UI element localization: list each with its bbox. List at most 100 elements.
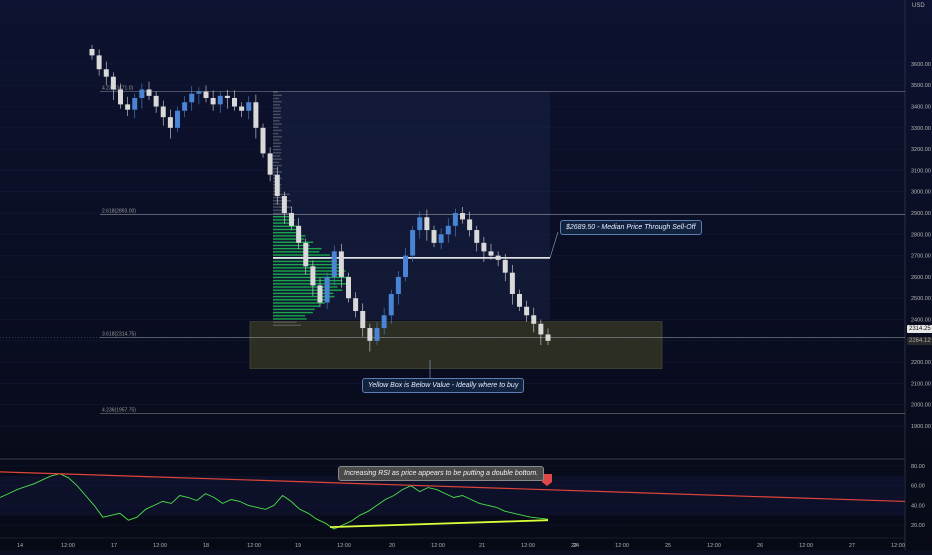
candle-body <box>189 93 195 103</box>
profile-bar <box>273 126 279 128</box>
profile-bar <box>273 116 282 119</box>
candle-body <box>289 213 294 226</box>
median-price-callout: $2689.50 - Median Price Through Sell-Off <box>560 220 702 235</box>
y-tick-label: 2800.00 <box>911 232 931 238</box>
candle-body <box>203 91 209 98</box>
x-tick-label: 12:00 <box>153 543 167 549</box>
candle-body <box>281 195 287 214</box>
candle-body <box>224 95 230 98</box>
profile-bar <box>273 279 343 282</box>
candle-body <box>217 95 223 105</box>
yellow-box-callout: Yellow Box is Below Value - Ideally wher… <box>362 378 525 393</box>
candle-body <box>232 97 237 107</box>
y-tick-label: 3000.00 <box>911 190 931 196</box>
x-tick-label: 21 <box>479 543 485 549</box>
candle-body <box>103 69 109 77</box>
profile-bar <box>273 142 282 144</box>
x-tick-label: 26 <box>757 543 763 549</box>
candle-body <box>182 102 188 111</box>
rsi-tick-label: 20.00 <box>911 523 925 529</box>
x-tick-label: 19 <box>295 543 301 549</box>
candle-body <box>374 328 380 341</box>
candle-body <box>338 251 344 277</box>
y-tick-label: 2200.00 <box>911 360 931 366</box>
profile-bar <box>273 136 282 138</box>
x-tick-label: 27 <box>849 543 855 549</box>
y-tick-label: 3200.00 <box>911 147 931 153</box>
candle-body <box>167 117 173 128</box>
y-tick-label: 2500.00 <box>911 296 931 302</box>
x-tick-label: 24 <box>573 543 579 549</box>
candle-body <box>467 219 473 231</box>
y-tick-label: 2400.00 <box>911 318 931 324</box>
profile-bar <box>273 318 307 320</box>
profile-bar <box>273 305 320 307</box>
candle-body <box>246 102 252 111</box>
fib-level-label: 4.236(1957.75) <box>102 408 136 414</box>
x-tick-label: 12:00 <box>891 543 905 549</box>
profile-bar <box>273 283 348 285</box>
profile-bar <box>273 120 280 122</box>
y-tick-label: 2000.00 <box>911 403 931 409</box>
profile-bar <box>273 155 281 157</box>
profile-bar <box>273 129 282 132</box>
candle-body <box>139 89 145 98</box>
candle-body <box>445 225 451 235</box>
candle-body <box>360 311 366 329</box>
profile-bar <box>273 107 282 109</box>
candle-body <box>353 298 359 312</box>
x-tick-label: 12:00 <box>247 543 261 549</box>
profile-bar <box>273 231 300 234</box>
candle-body <box>431 230 437 243</box>
candle-body <box>296 225 302 243</box>
current-price-badge: 2314.25 <box>907 325 932 333</box>
profile-bar <box>273 228 299 231</box>
rsi-tick-label: 40.00 <box>911 503 925 509</box>
y-tick-label: 2900.00 <box>911 211 931 217</box>
candle-body <box>367 328 373 341</box>
fib-level-label: 4.236(3471.0) <box>102 85 133 91</box>
candle-body <box>395 276 401 294</box>
candle-body <box>274 174 280 196</box>
profile-bar <box>273 110 281 112</box>
x-tick-label: 20 <box>389 543 395 549</box>
y-tick-label: 3100.00 <box>911 168 931 174</box>
profile-bar <box>273 161 280 164</box>
candle-body <box>317 285 323 303</box>
y-tick-label: 2700.00 <box>911 254 931 260</box>
candle-body <box>96 55 102 70</box>
candle-body <box>175 110 180 128</box>
below-value-box <box>249 321 663 369</box>
profile-bar <box>273 94 282 96</box>
y-tick-label: 3600.00 <box>911 62 931 68</box>
candle-body <box>303 242 309 267</box>
chart-stage: 4.236(3471.0) 2.618(2893.00) 3.618(2314.75… <box>0 0 932 550</box>
profile-bar <box>273 247 322 250</box>
candle-body <box>495 255 501 260</box>
candle-body <box>488 251 494 256</box>
profile-bar <box>273 139 280 141</box>
profile-bar <box>273 145 281 148</box>
profile-bar <box>273 132 279 135</box>
candle-body <box>153 95 159 107</box>
profile-bar <box>273 113 281 116</box>
candle-body <box>452 213 458 226</box>
candle-body <box>531 315 537 324</box>
x-tick-label: 12:00 <box>431 543 445 549</box>
profile-bar <box>273 100 282 103</box>
candle-body <box>310 266 316 286</box>
profile-bar <box>273 164 282 167</box>
candle-body <box>110 76 116 90</box>
x-tick-label: 12:00 <box>615 543 629 549</box>
candle-body <box>502 259 508 273</box>
secondary-price-badge: 2264.12 <box>907 337 932 345</box>
y-tick-label: 2100.00 <box>911 381 931 387</box>
candle-body <box>524 306 530 316</box>
fib-level-label: 3.618(2314.75) <box>102 332 136 338</box>
candle-body <box>89 48 95 56</box>
y-tick-label: 3500.00 <box>911 83 931 89</box>
profile-bar <box>273 292 334 295</box>
candle-body <box>403 255 408 277</box>
candle-body <box>324 276 330 303</box>
candle-body <box>260 127 266 154</box>
